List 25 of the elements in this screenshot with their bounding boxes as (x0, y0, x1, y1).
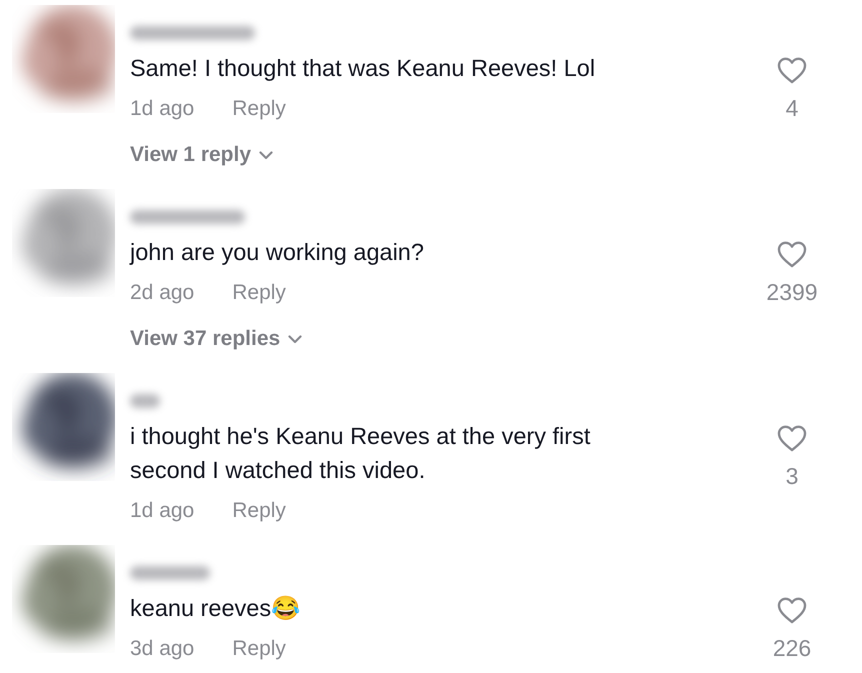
reply-link[interactable]: Reply (232, 94, 286, 124)
comment-text: Same! I thought that was Keanu Reeves! Lol (130, 54, 596, 83)
view-replies-button[interactable]: View 1 reply (130, 140, 274, 170)
like-count: 226 (772, 634, 812, 663)
reply-link[interactable]: Reply (232, 496, 286, 526)
comment-text: keanu reeves😂 (130, 594, 302, 623)
reply-link[interactable]: Reply (232, 278, 286, 308)
comment-text: i thought he's Keanu Reeves at the very first second I watched this video. (130, 422, 592, 485)
heart-icon[interactable] (777, 597, 807, 624)
comment-time: 2d ago (130, 280, 194, 306)
comment-time: 1d ago (130, 96, 194, 122)
like-count: 2399 (766, 278, 818, 307)
chevron-down-icon (259, 150, 274, 160)
reply-link[interactable]: Reply (232, 634, 286, 664)
heart-icon[interactable] (777, 241, 807, 268)
comment-text: john are you working again? (130, 238, 425, 267)
heart-icon[interactable] (777, 425, 807, 452)
comment-time: 1d ago (130, 498, 194, 524)
chevron-down-icon (288, 334, 302, 344)
blurred-username (130, 394, 160, 408)
like-count: 4 (786, 94, 798, 123)
like-count: 3 (786, 462, 798, 491)
view-replies-button[interactable]: View 37 replies (130, 324, 302, 354)
heart-icon[interactable] (777, 57, 807, 84)
comment-time: 3d ago (130, 636, 194, 662)
